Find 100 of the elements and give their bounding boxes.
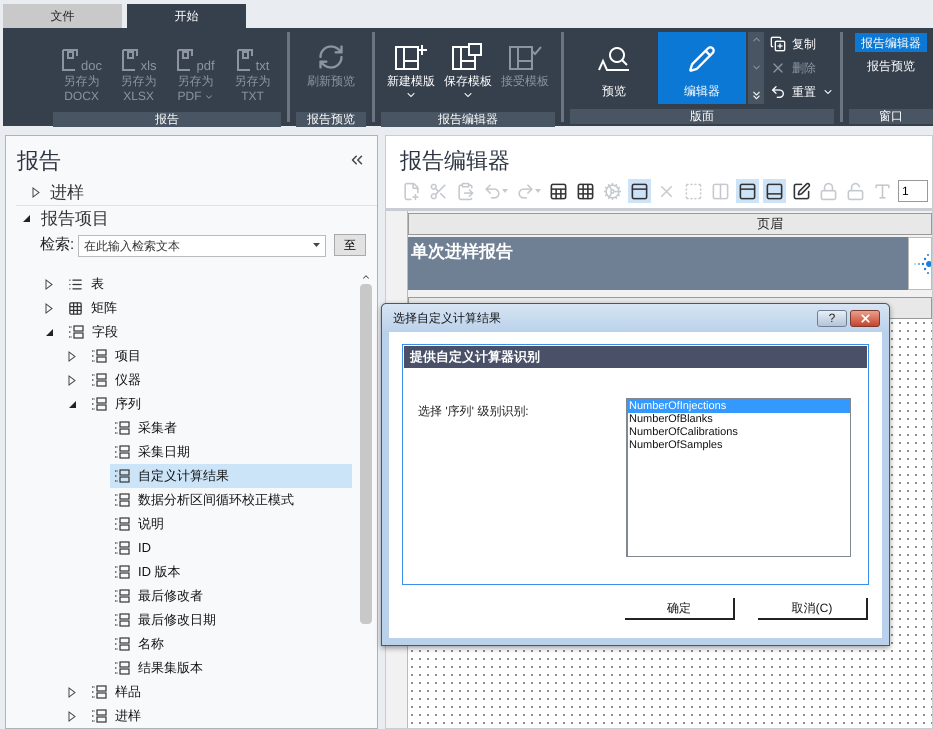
field-icon	[114, 589, 130, 603]
undo-icon	[483, 182, 502, 200]
toolbar-button[interactable]	[736, 179, 759, 203]
file-save-icon	[236, 48, 256, 72]
go-button[interactable]: 至	[334, 234, 366, 256]
field-icon	[114, 661, 130, 675]
tree-item[interactable]: 表	[64, 272, 104, 296]
help-button[interactable]: ?	[817, 310, 847, 326]
tree-item[interactable]: 最后修改者	[110, 584, 203, 608]
caret-icon	[535, 189, 541, 193]
tree-item[interactable]: 仪器	[87, 368, 141, 392]
ribbon-button[interactable]: 预览	[570, 32, 658, 104]
tree-item[interactable]: 样品	[87, 680, 141, 704]
file-plus-icon	[402, 182, 421, 200]
columns-icon	[711, 182, 730, 200]
option-list[interactable]: NumberOfInjections NumberOfBlanks NumberOfCalibrations NumberOfSamples	[626, 398, 851, 557]
expanded-triangle-icon[interactable]	[68, 400, 77, 408]
expanded-triangle-icon[interactable]	[22, 214, 31, 223]
grid-icon	[68, 300, 83, 316]
tree-item[interactable]: ID	[110, 536, 151, 560]
field-icon	[91, 349, 107, 363]
collapsed-triangle-icon[interactable]	[68, 710, 76, 722]
tree-item[interactable]: 最后修改日期	[110, 608, 216, 632]
ribbon-tab[interactable]: 文件	[3, 4, 122, 28]
accept-layout-icon	[508, 43, 542, 71]
edit-icon	[792, 182, 811, 200]
window-toggle[interactable]: 报告编辑器	[854, 33, 927, 52]
tree-item[interactable]: 序列	[87, 392, 141, 416]
gear-icon	[603, 182, 622, 200]
paste-icon	[456, 182, 475, 200]
font-size-field[interactable]: 1	[898, 180, 928, 202]
dialog-button[interactable]: 取消(C)	[758, 598, 868, 620]
tree-item[interactable]: 采集者	[110, 416, 177, 440]
toolbar-button[interactable]	[628, 179, 651, 203]
format-label: txt	[256, 59, 270, 72]
ribbon-small-button[interactable]: 重置	[770, 81, 834, 102]
header-layout-icon	[738, 182, 757, 200]
field-icon	[91, 373, 107, 387]
group-header: 提供自定义计算器识别	[404, 346, 867, 368]
tree-item[interactable]: 进样	[87, 704, 141, 728]
report-title-band[interactable]: 单次进样报告	[408, 237, 908, 290]
group-label: 报告	[53, 112, 282, 127]
expanded-triangle-icon[interactable]	[45, 328, 54, 336]
field-icon	[114, 469, 130, 483]
copy-plus-icon	[770, 36, 786, 52]
undo-icon	[770, 84, 786, 100]
collapsed-triangle-icon[interactable]	[68, 350, 76, 362]
tree-item[interactable]: 字段	[64, 320, 118, 344]
grid-icon	[576, 182, 595, 200]
section-header[interactable]: 报告项目	[41, 206, 109, 232]
pencil-icon	[688, 45, 716, 73]
list-option[interactable]: NumberOfSamples	[628, 439, 850, 452]
collapsed-triangle-icon[interactable]	[45, 278, 53, 290]
collapsed-triangle-icon[interactable]	[68, 374, 76, 386]
field-icon	[91, 709, 107, 723]
panel-title: 报告	[17, 146, 61, 175]
dialog-button[interactable]: 确定	[625, 598, 735, 620]
field-icon	[114, 493, 130, 507]
tree-item[interactable]: 项目	[87, 344, 141, 368]
toolbar-button[interactable]	[763, 179, 786, 203]
ribbon-button[interactable]: 编辑器	[658, 32, 746, 104]
group-label: 报告预览	[296, 112, 366, 127]
caret-icon	[502, 189, 508, 193]
field-icon	[114, 613, 130, 627]
list-option[interactable]: NumberOfBlanks	[628, 413, 850, 426]
search-label: 检索:	[40, 235, 74, 256]
editor-title: 报告编辑器	[399, 147, 511, 175]
gallery-scroller[interactable]	[748, 32, 764, 104]
tree-item[interactable]: ID 版本	[110, 560, 181, 584]
tree-item[interactable]: 矩阵	[64, 296, 117, 320]
ribbon-tab[interactable]: 开始	[127, 4, 246, 28]
collapsed-triangle-icon[interactable]	[68, 686, 76, 698]
ribbon-small-button[interactable]: 复制	[770, 33, 834, 54]
tree-item[interactable]: 名称	[110, 632, 164, 656]
tree-item[interactable]: 自定义计算结果	[110, 464, 352, 488]
tree-item[interactable]: 说明	[110, 512, 164, 536]
ribbon-button[interactable]: 新建模版	[382, 32, 440, 112]
tree-item[interactable]: 采集日期	[110, 440, 190, 464]
dropdown-arrow-icon[interactable]	[313, 243, 320, 248]
section-header[interactable]: 进样	[50, 180, 84, 206]
tree-item[interactable]: 数据分析区间循环校正模式	[110, 488, 294, 512]
new-layout-icon	[394, 43, 428, 71]
search-field[interactable]: 在此输入检索文本	[78, 235, 326, 258]
field-icon	[91, 685, 107, 699]
list-option[interactable]: NumberOfCalibrations	[628, 426, 850, 439]
close-button[interactable]	[850, 310, 880, 326]
collapsed-triangle-icon[interactable]	[32, 187, 40, 198]
redo-icon	[516, 182, 535, 200]
file-save-icon	[120, 48, 141, 72]
preview-icon	[597, 44, 632, 74]
field-icon	[114, 565, 130, 579]
ribbon-button[interactable]: 保存模板	[440, 32, 497, 112]
format-label: pdf	[196, 59, 215, 72]
group-label: 窗口	[848, 109, 933, 124]
field-icon	[91, 397, 107, 411]
unlock-icon	[846, 182, 865, 200]
format-label: doc	[81, 59, 102, 72]
window-toggle[interactable]: 报告预览	[854, 56, 927, 75]
tree-item[interactable]: 结果集版本	[110, 656, 203, 680]
collapsed-triangle-icon[interactable]	[45, 302, 53, 314]
